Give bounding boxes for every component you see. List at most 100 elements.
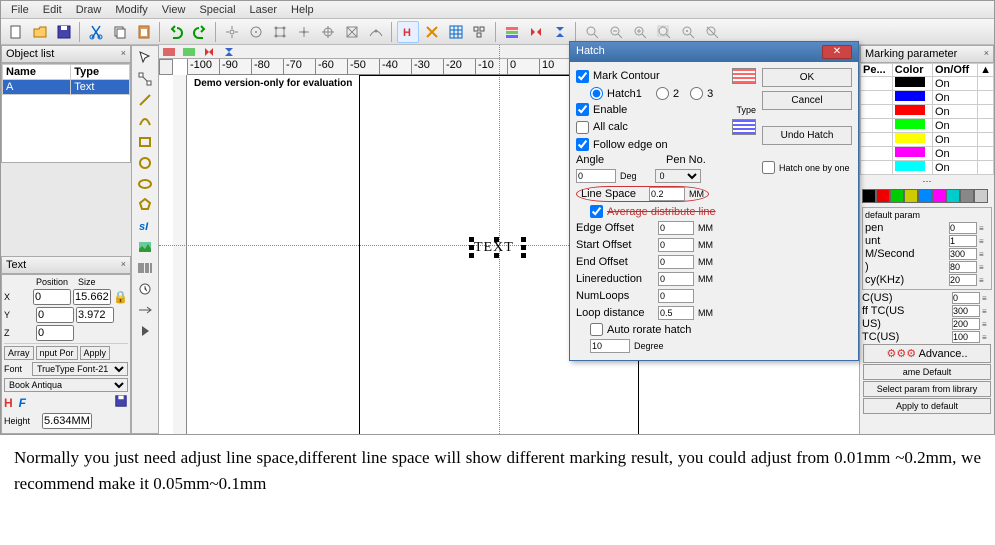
input-port-button[interactable]: nput Por [36, 346, 78, 360]
param-input[interactable] [952, 292, 980, 304]
start-offset-input[interactable] [658, 238, 694, 252]
auto-rotate-input[interactable] [590, 339, 630, 353]
image-icon[interactable] [134, 237, 156, 257]
color-swatch[interactable] [974, 189, 988, 203]
node-icon[interactable] [134, 69, 156, 89]
dialog-titlebar[interactable]: Hatch ✕ [570, 42, 858, 62]
table-row[interactable]: On [861, 77, 994, 91]
polygon-icon[interactable] [134, 195, 156, 215]
hatch-text-icon[interactable]: H [4, 396, 13, 410]
hatch1-radio[interactable] [590, 87, 603, 100]
table-row[interactable]: On [861, 133, 994, 147]
color-swatch[interactable] [960, 189, 974, 203]
color-swatch[interactable] [890, 189, 904, 203]
z-input[interactable] [36, 325, 74, 341]
copy-icon[interactable] [109, 21, 131, 43]
line-icon[interactable] [134, 90, 156, 110]
color-swatch[interactable] [862, 189, 876, 203]
layer2-icon[interactable] [180, 46, 198, 58]
cancel-button[interactable]: Cancel [762, 91, 852, 110]
color-swatch[interactable] [904, 189, 918, 203]
menu-help[interactable]: Help [285, 3, 320, 16]
save-small-icon[interactable] [114, 394, 128, 411]
table-row[interactable]: On [861, 147, 994, 161]
select-library-button[interactable]: Select param from library [863, 381, 991, 397]
apply-default-button[interactable]: Apply to default [863, 398, 991, 414]
array-button[interactable]: Array [4, 346, 34, 360]
open-icon[interactable] [29, 21, 51, 43]
table-row[interactable]: On [861, 91, 994, 105]
color-swatch[interactable] [876, 189, 890, 203]
line-reduce-input[interactable] [658, 272, 694, 286]
text-icon[interactable]: sI [134, 216, 156, 236]
table-row[interactable]: On [861, 161, 994, 175]
snap6-icon[interactable] [341, 21, 363, 43]
redo-icon[interactable] [189, 21, 211, 43]
zoom6-icon[interactable] [701, 21, 723, 43]
table-row[interactable]: On [861, 119, 994, 133]
param-input[interactable] [949, 274, 977, 286]
snap1-icon[interactable] [221, 21, 243, 43]
font-select[interactable]: TrueType Font-21 [32, 362, 128, 376]
snap7-icon[interactable] [365, 21, 387, 43]
allcalc-checkbox[interactable] [576, 121, 589, 134]
color-swatch[interactable] [946, 189, 960, 203]
pen-table[interactable]: Pe...ColorOn/Off▲ OnOnOnOnOnOnOn [860, 63, 994, 175]
cut-icon[interactable] [85, 21, 107, 43]
menu-laser[interactable]: Laser [244, 3, 284, 16]
save-icon[interactable] [53, 21, 75, 43]
mark-contour-checkbox[interactable] [576, 70, 589, 83]
param-input[interactable] [949, 248, 977, 260]
snap2-icon[interactable] [245, 21, 267, 43]
param-input[interactable] [949, 261, 977, 273]
ok-button[interactable]: OK [762, 68, 852, 87]
menu-modify[interactable]: Modify [109, 3, 153, 16]
param-input[interactable] [952, 305, 980, 317]
snap3-icon[interactable] [269, 21, 291, 43]
zoom1-icon[interactable] [581, 21, 603, 43]
hatch2-radio[interactable] [656, 87, 669, 100]
lock-icon[interactable]: 🔒 [113, 290, 128, 304]
ellipse-icon[interactable] [134, 174, 156, 194]
line-space-input[interactable] [649, 187, 685, 201]
next-icon[interactable] [134, 321, 156, 341]
table-icon[interactable] [501, 21, 523, 43]
height-input[interactable] [76, 307, 114, 323]
table-row[interactable]: On [861, 105, 994, 119]
advance-button[interactable]: ⚙⚙⚙ Advance.. [863, 344, 991, 363]
menu-edit[interactable]: Edit [37, 3, 68, 16]
num-loops-input[interactable] [658, 289, 694, 303]
close-icon[interactable]: × [984, 48, 989, 60]
y-input[interactable] [36, 307, 74, 323]
menu-draw[interactable]: Draw [70, 3, 108, 16]
pen-no-select[interactable]: 0 [655, 169, 701, 183]
hatch-type-icon[interactable] [732, 119, 756, 135]
follow-edge-checkbox[interactable] [576, 138, 589, 151]
curve-icon[interactable] [134, 111, 156, 131]
one-by-one-checkbox[interactable] [762, 161, 775, 174]
align-icon[interactable] [469, 21, 491, 43]
menu-special[interactable]: Special [193, 3, 241, 16]
close-icon[interactable]: × [121, 48, 126, 60]
param-input[interactable] [949, 235, 977, 247]
layer1-icon[interactable] [160, 46, 178, 58]
color-swatch[interactable] [918, 189, 932, 203]
rect-icon[interactable] [134, 132, 156, 152]
color-palette[interactable] [860, 187, 994, 205]
barcode-icon[interactable] [134, 258, 156, 278]
undo-hatch-button[interactable]: Undo Hatch [762, 126, 852, 145]
end-offset-input[interactable] [658, 255, 694, 269]
angle-input[interactable] [576, 169, 616, 183]
zoom5-icon[interactable] [677, 21, 699, 43]
zoom3-icon[interactable] [629, 21, 651, 43]
snap4-icon[interactable] [293, 21, 315, 43]
font-name-select[interactable]: Book Antiqua [4, 378, 128, 392]
zoom2-icon[interactable] [605, 21, 627, 43]
param-input[interactable] [952, 331, 980, 343]
param-input[interactable] [949, 222, 977, 234]
vector-icon[interactable] [134, 300, 156, 320]
close-icon[interactable]: × [121, 259, 126, 271]
param-input[interactable] [952, 318, 980, 330]
zoom4-icon[interactable] [653, 21, 675, 43]
apply-button[interactable]: Apply [80, 346, 111, 360]
